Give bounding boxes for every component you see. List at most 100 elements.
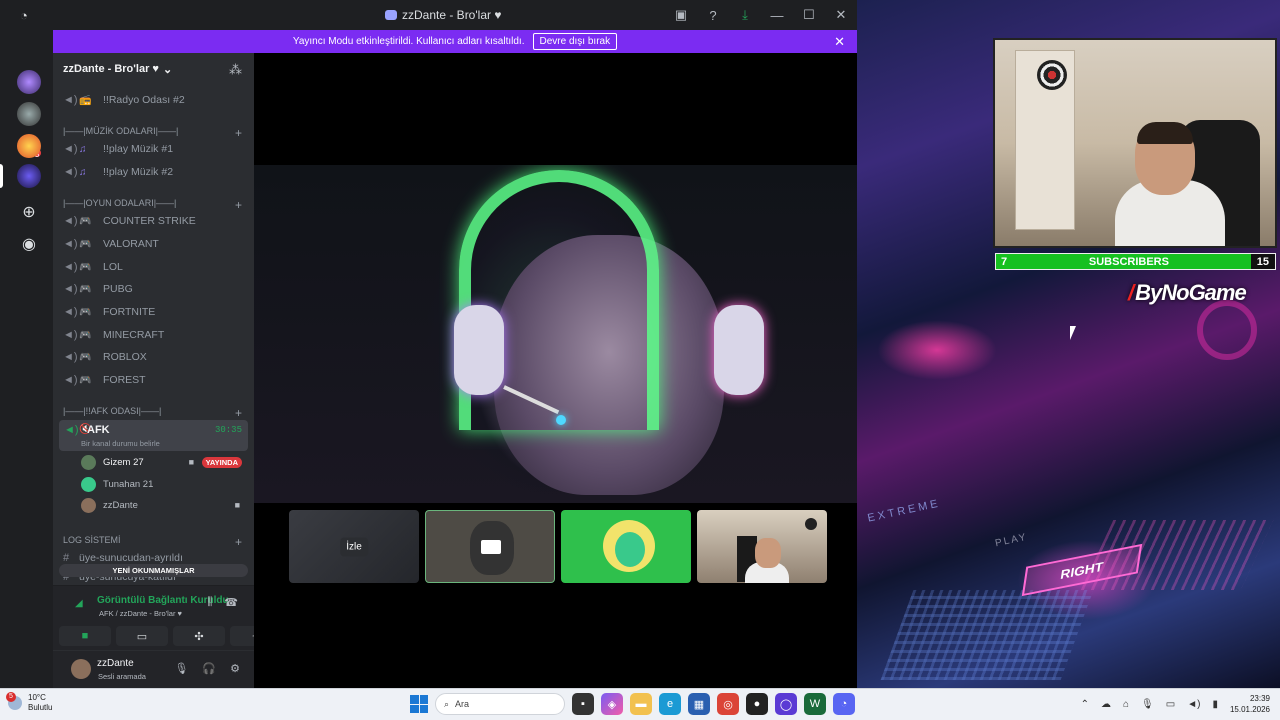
chevron-down-icon: ⌄ (162, 64, 173, 76)
app-icon[interactable]: ◯ (775, 693, 797, 715)
channel-pubg[interactable]: ◄) 🎮 PUBG (63, 279, 248, 299)
channel-minecraft[interactable]: ◄) 🎮 MINECRAFT (63, 325, 248, 345)
wallpaper-glow (877, 320, 997, 380)
new-unreads-pill[interactable]: YENİ OKUNMAMIŞLAR (59, 564, 248, 577)
discord-logo-icon: ◔ (20, 8, 28, 23)
category-afk[interactable]: |——|!!AFK ODASI|——| + (63, 406, 248, 420)
settings-gear-icon[interactable]: ⚙ (230, 662, 240, 675)
disable-streamer-mode-button[interactable]: Devre dışı bırak (532, 33, 618, 50)
speaker-icon: ◄) (63, 283, 78, 295)
add-channel-icon[interactable]: + (235, 198, 242, 212)
maximize-icon[interactable]: ☐ (793, 7, 825, 23)
channel-forest[interactable]: ◄) 🎮 FOREST (63, 370, 248, 390)
obs-icon[interactable]: ● (746, 693, 768, 715)
microphone-icon[interactable]: 🎙 (174, 662, 188, 675)
download-icon[interactable]: ⤓ (729, 7, 761, 23)
channel-music-2[interactable]: ◄) ♫ !!play Müzik #2 (63, 162, 248, 182)
channel-music-1[interactable]: ◄) ♫ !!play Müzik #1 (63, 139, 248, 159)
discord-taskbar-icon[interactable]: ◔ (833, 693, 855, 715)
taskbar-apps: ⌕ Ara ▪ ◈ ▬ e ▦ ◎ ● ◯ W ◔ (410, 693, 855, 715)
category-log[interactable]: LOG SİSTEMİ + (63, 535, 248, 549)
monitor-icon[interactable]: ▭ (1166, 699, 1175, 710)
speaker-icon: ◄) (63, 215, 78, 227)
server-icon[interactable] (17, 70, 41, 94)
category-games[interactable]: |——|OYUN ODALARI|——| + (63, 198, 248, 212)
task-view-icon[interactable]: ▪ (572, 693, 594, 715)
channel-fortnite[interactable]: ◄) 🎮 FORTNITE (63, 302, 248, 322)
headset-earcup (714, 305, 764, 395)
noise-suppression-icon[interactable]: ⫼ (207, 596, 212, 609)
channel-roblox[interactable]: ◄) 🎮 ROBLOX (63, 347, 248, 367)
channel-cs[interactable]: ◄) 🎮 COUNTER STRIKE (63, 211, 248, 231)
add-server-icon[interactable]: ⊕ (17, 200, 41, 224)
window-controls: ▣ ? ⤓ — ☐ ✕ (665, 0, 857, 30)
participant-tile-stream[interactable]: İzle (289, 510, 419, 583)
channel-valorant[interactable]: ◄) 🎮 VALORANT (63, 234, 248, 254)
banner-close-icon[interactable]: ✕ (834, 34, 845, 50)
channel-status-hint[interactable]: Bir kanal durumu belirle (81, 439, 160, 448)
activities-button[interactable]: ✣ (173, 626, 225, 646)
server-name-text: zzDante - Bro'lar ♥ (63, 63, 159, 75)
gamepad-icon: 🎮 (79, 306, 92, 318)
window-title-text: zzDante - Bro'lar ♥ (402, 8, 502, 22)
voice-member[interactable]: Tunahan 21 (81, 474, 246, 494)
store-icon[interactable]: ▦ (688, 693, 710, 715)
participant-tile-webcam[interactable] (697, 510, 827, 583)
channel-radyo-2[interactable]: ◄) 📻 !!Radyo Odası #2 (63, 90, 248, 110)
inbox-icon[interactable]: ▣ (665, 7, 697, 23)
add-channel-icon[interactable]: + (235, 126, 242, 140)
radio-icon: 📻 (79, 94, 92, 106)
window-title: zzDante - Bro'lar ♥ (385, 8, 501, 22)
discord-window: ◔ zzDante - Bro'lar ♥ ▣ ? ⤓ — ☐ ✕ Yayınc… (0, 0, 857, 688)
whatsapp-icon[interactable]: W (804, 693, 826, 715)
weather-widget[interactable]: 5 10°C Bulutlu (6, 692, 53, 713)
speaker-icon: ◄) (64, 424, 79, 436)
windows-start-icon[interactable] (410, 695, 428, 713)
channel-label: AFK (87, 424, 110, 436)
main-video-feed[interactable] (254, 165, 857, 503)
channel-label: üye-sunucudan-ayrıldı (79, 552, 183, 564)
volume-icon[interactable]: ◄) (1187, 699, 1200, 710)
category-music[interactable]: |——|MÜZİK ODALARI|——| + (63, 126, 248, 140)
close-icon[interactable]: ✕ (825, 7, 857, 23)
voice-member[interactable]: Gizem 27 ■ YAYINDA (81, 452, 246, 472)
participant-tile-avatar[interactable] (561, 510, 691, 583)
add-channel-icon[interactable]: + (235, 406, 242, 420)
watch-stream-button[interactable]: İzle (340, 537, 368, 556)
headphones-icon[interactable]: 🎧 (202, 662, 216, 675)
weather-desc: Bulutlu (28, 703, 53, 712)
add-channel-icon[interactable]: + (235, 535, 242, 549)
sub-goal: 15 (1250, 254, 1275, 269)
screen-share-button[interactable]: ▭ (116, 626, 168, 646)
speaker-icon: ◄) (63, 306, 78, 318)
server-icon-active[interactable] (17, 164, 41, 188)
server-icon[interactable] (17, 134, 41, 158)
voice-member[interactable]: zzDante ■ (81, 495, 246, 515)
edge-icon[interactable]: e (659, 693, 681, 715)
channel-afk-active[interactable]: ◄) 🔇 AFK 30:35 Bir kanal durumu belirle (59, 420, 248, 451)
server-icon[interactable] (17, 102, 41, 126)
file-explorer-icon[interactable]: ▬ (630, 693, 652, 715)
member-name: zzDante (103, 499, 138, 511)
participant-tile-camera-off[interactable] (425, 510, 555, 583)
mic-tray-icon[interactable]: 🎙 (1141, 699, 1154, 710)
battery-icon[interactable]: ▮ (1212, 699, 1218, 710)
chevron-up-icon[interactable]: ⌃ (1081, 699, 1089, 710)
channel-lol[interactable]: ◄) 🎮 LOL (63, 257, 248, 277)
network-icon[interactable]: ⌂ (1123, 699, 1129, 710)
minimize-icon[interactable]: — (761, 8, 793, 23)
server-name[interactable]: zzDante - Bro'lar ♥ ⌄ (63, 63, 172, 76)
chrome-icon[interactable]: ◎ (717, 693, 739, 715)
camera-button[interactable]: ■ (59, 626, 111, 646)
discover-icon[interactable]: ◉ (17, 232, 41, 256)
copilot-icon[interactable]: ◈ (601, 693, 623, 715)
avatar (81, 497, 96, 513)
cloud-sync-icon[interactable]: ☁ (1101, 699, 1111, 710)
taskbar-search[interactable]: ⌕ Ara (435, 693, 565, 715)
disconnect-icon[interactable]: ☎ (224, 596, 238, 609)
help-icon[interactable]: ? (697, 8, 729, 23)
invite-icon[interactable]: ⁂ (229, 62, 242, 78)
avatar[interactable] (71, 659, 91, 679)
clock[interactable]: 23:39 15.01.2026 (1230, 693, 1270, 715)
sponsor-logo: /ByNoGame (1128, 280, 1247, 306)
